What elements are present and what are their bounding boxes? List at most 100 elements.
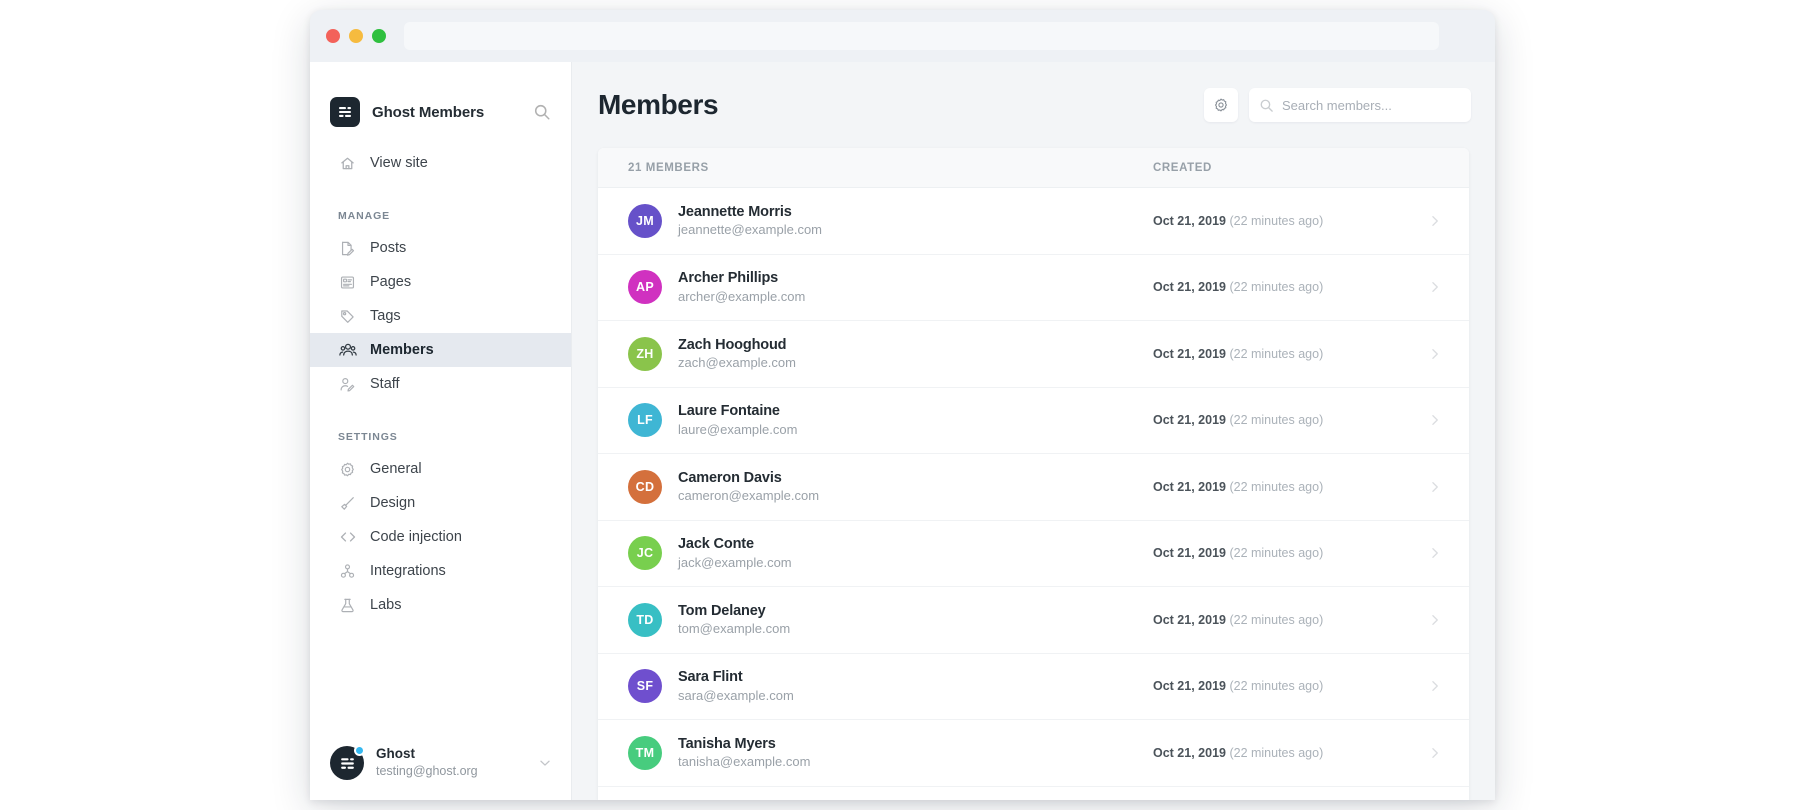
sidebar-item-posts[interactable]: Posts: [310, 231, 571, 265]
sidebar-item-tags[interactable]: Tags: [310, 299, 571, 333]
member-identity: Sara Flintsara@example.com: [678, 668, 794, 704]
traffic-lights: [326, 29, 386, 43]
table-row[interactable]: JCJack Contejack@example.comOct 21, 2019…: [598, 521, 1469, 588]
table-header: 21 MEMBERS CREATED: [598, 148, 1469, 188]
home-icon: [338, 154, 357, 173]
table-row[interactable]: LF Laure Fontainelaure@example.com Oct 21,…: [598, 388, 1469, 455]
member-name: Laure Fontaine: [678, 402, 797, 421]
sidebar-item-general[interactable]: General: [310, 452, 571, 486]
sidebar-item-view-site[interactable]: View site: [310, 146, 571, 180]
member-name: Jeannette Morris: [678, 203, 822, 222]
ghost-logo-icon: [330, 97, 360, 127]
avatar: TM: [628, 736, 662, 770]
created-date-value: Oct 21, 2019: [1153, 214, 1226, 228]
chevron-right-icon[interactable]: [1427, 745, 1443, 761]
avatar-initials: LF: [637, 413, 653, 427]
column-header-created: CREATED: [1153, 162, 1443, 174]
chevron-right-icon[interactable]: [1427, 213, 1443, 229]
created-cell: Oct 21, 2019 (22 minutes ago): [1153, 213, 1443, 229]
sidebar-item-label: Code injection: [370, 530, 462, 545]
members-settings-button[interactable]: [1204, 88, 1238, 122]
table-body: JM Jeannette Morrisjeannette@example.com O…: [598, 188, 1469, 787]
created-relative-value: (22 minutes ago): [1229, 413, 1323, 427]
chevron-down-icon[interactable]: [537, 755, 553, 771]
user-info: Ghost testing@ghost.org: [376, 746, 537, 779]
sidebar-brand[interactable]: Ghost Members: [310, 62, 571, 138]
member-identity: Tom Delaneytom@example.com: [678, 602, 790, 638]
gear-icon: [1213, 97, 1229, 113]
avatar-initials: TD: [636, 613, 653, 627]
sidebar-item-integrations[interactable]: Integrations: [310, 554, 571, 588]
sidebar-item-staff[interactable]: Staff: [310, 367, 571, 401]
search-input[interactable]: [1282, 98, 1461, 113]
maximize-window-button[interactable]: [372, 29, 386, 43]
table-row[interactable]: ZHZach Hooghoudzach@example.comOct 21, 2…: [598, 321, 1469, 388]
member-email: cameron@example.com: [678, 487, 819, 505]
chevron-right-icon[interactable]: [1427, 678, 1443, 694]
posts-icon: [338, 239, 357, 258]
created-cell: Oct 21, 2019 (22 minutes ago): [1153, 745, 1443, 761]
table-row[interactable]: APArcher Phillipsarcher@example.comOct 2…: [598, 255, 1469, 322]
address-bar[interactable]: [404, 22, 1439, 50]
chevron-right-icon[interactable]: [1427, 346, 1443, 362]
search-icon[interactable]: [533, 103, 551, 121]
member-name: Tom Delaney: [678, 602, 790, 621]
sidebar-item-label: General: [370, 462, 422, 477]
sidebar-item-code-injection[interactable]: Code injection: [310, 520, 571, 554]
created-date-value: Oct 21, 2019: [1153, 280, 1226, 294]
chevron-right-icon[interactable]: [1427, 412, 1443, 428]
sidebar-item-label: Labs: [370, 598, 401, 613]
code-icon: [338, 528, 357, 547]
created-date-value: Oct 21, 2019: [1153, 746, 1226, 760]
member-email: zach@example.com: [678, 354, 796, 372]
created-date: Oct 21, 2019 (22 minutes ago): [1153, 613, 1427, 627]
avatar: [330, 746, 364, 780]
member-cell: APArcher Phillipsarcher@example.com: [628, 269, 1153, 305]
sidebar-nav: View site MANAGE Posts: [310, 138, 571, 622]
sidebar-item-label: Design: [370, 496, 415, 511]
page-title: Members: [598, 89, 1204, 121]
created-date-value: Oct 21, 2019: [1153, 546, 1226, 560]
avatar-initials: AP: [636, 280, 654, 294]
table-row[interactable]: JM Jeannette Morrisjeannette@example.com O…: [598, 188, 1469, 255]
avatar-initials: SF: [637, 679, 654, 693]
user-menu-button[interactable]: Ghost testing@ghost.org: [310, 726, 571, 800]
avatar-initials: ZH: [636, 347, 653, 361]
created-date: Oct 21, 2019 (22 minutes ago): [1153, 413, 1427, 427]
member-email: laure@example.com: [678, 421, 797, 439]
brand-name: Ghost Members: [372, 104, 533, 121]
member-identity: Jack Contejack@example.com: [678, 535, 792, 571]
chevron-right-icon[interactable]: [1427, 479, 1443, 495]
table-row[interactable]: SFSara Flintsara@example.comOct 21, 2019…: [598, 654, 1469, 721]
sidebar-item-pages[interactable]: Pages: [310, 265, 571, 299]
member-identity: Jeannette Morrisjeannette@example.com: [678, 203, 822, 239]
close-window-button[interactable]: [326, 29, 340, 43]
sidebar-item-members[interactable]: Members: [310, 333, 571, 367]
members-icon: [338, 341, 357, 360]
tag-icon: [338, 307, 357, 326]
chevron-right-icon[interactable]: [1427, 612, 1443, 628]
created-cell: Oct 21, 2019 (22 minutes ago): [1153, 279, 1443, 295]
user-email: testing@ghost.org: [376, 763, 537, 779]
sidebar-section-manage-title: MANAGE: [310, 210, 571, 222]
chevron-right-icon[interactable]: [1427, 545, 1443, 561]
avatar-initials: JM: [636, 214, 654, 228]
created-date-value: Oct 21, 2019: [1153, 413, 1226, 427]
staff-icon: [338, 375, 357, 394]
chevron-right-icon[interactable]: [1427, 279, 1443, 295]
member-cell: LF Laure Fontainelaure@example.com: [628, 402, 1153, 438]
sidebar-item-label: Pages: [370, 275, 411, 290]
app-body: Ghost Members View site MAN: [310, 62, 1495, 800]
created-relative-value: (22 minutes ago): [1229, 214, 1323, 228]
sidebar-item-labs[interactable]: Labs: [310, 588, 571, 622]
avatar: AP: [628, 270, 662, 304]
sidebar-item-design[interactable]: Design: [310, 486, 571, 520]
member-identity: Laure Fontainelaure@example.com: [678, 402, 797, 438]
search-members-box[interactable]: [1249, 88, 1471, 122]
minimize-window-button[interactable]: [349, 29, 363, 43]
table-row[interactable]: TMTanisha Myerstanisha@example.comOct 21…: [598, 720, 1469, 787]
table-row[interactable]: TD Tom Delaneytom@example.com Oct 21, 2019…: [598, 587, 1469, 654]
member-email: jack@example.com: [678, 554, 792, 572]
sidebar-section-settings-title: SETTINGS: [310, 431, 571, 443]
table-row[interactable]: CDCameron Daviscameron@example.comOct 21…: [598, 454, 1469, 521]
